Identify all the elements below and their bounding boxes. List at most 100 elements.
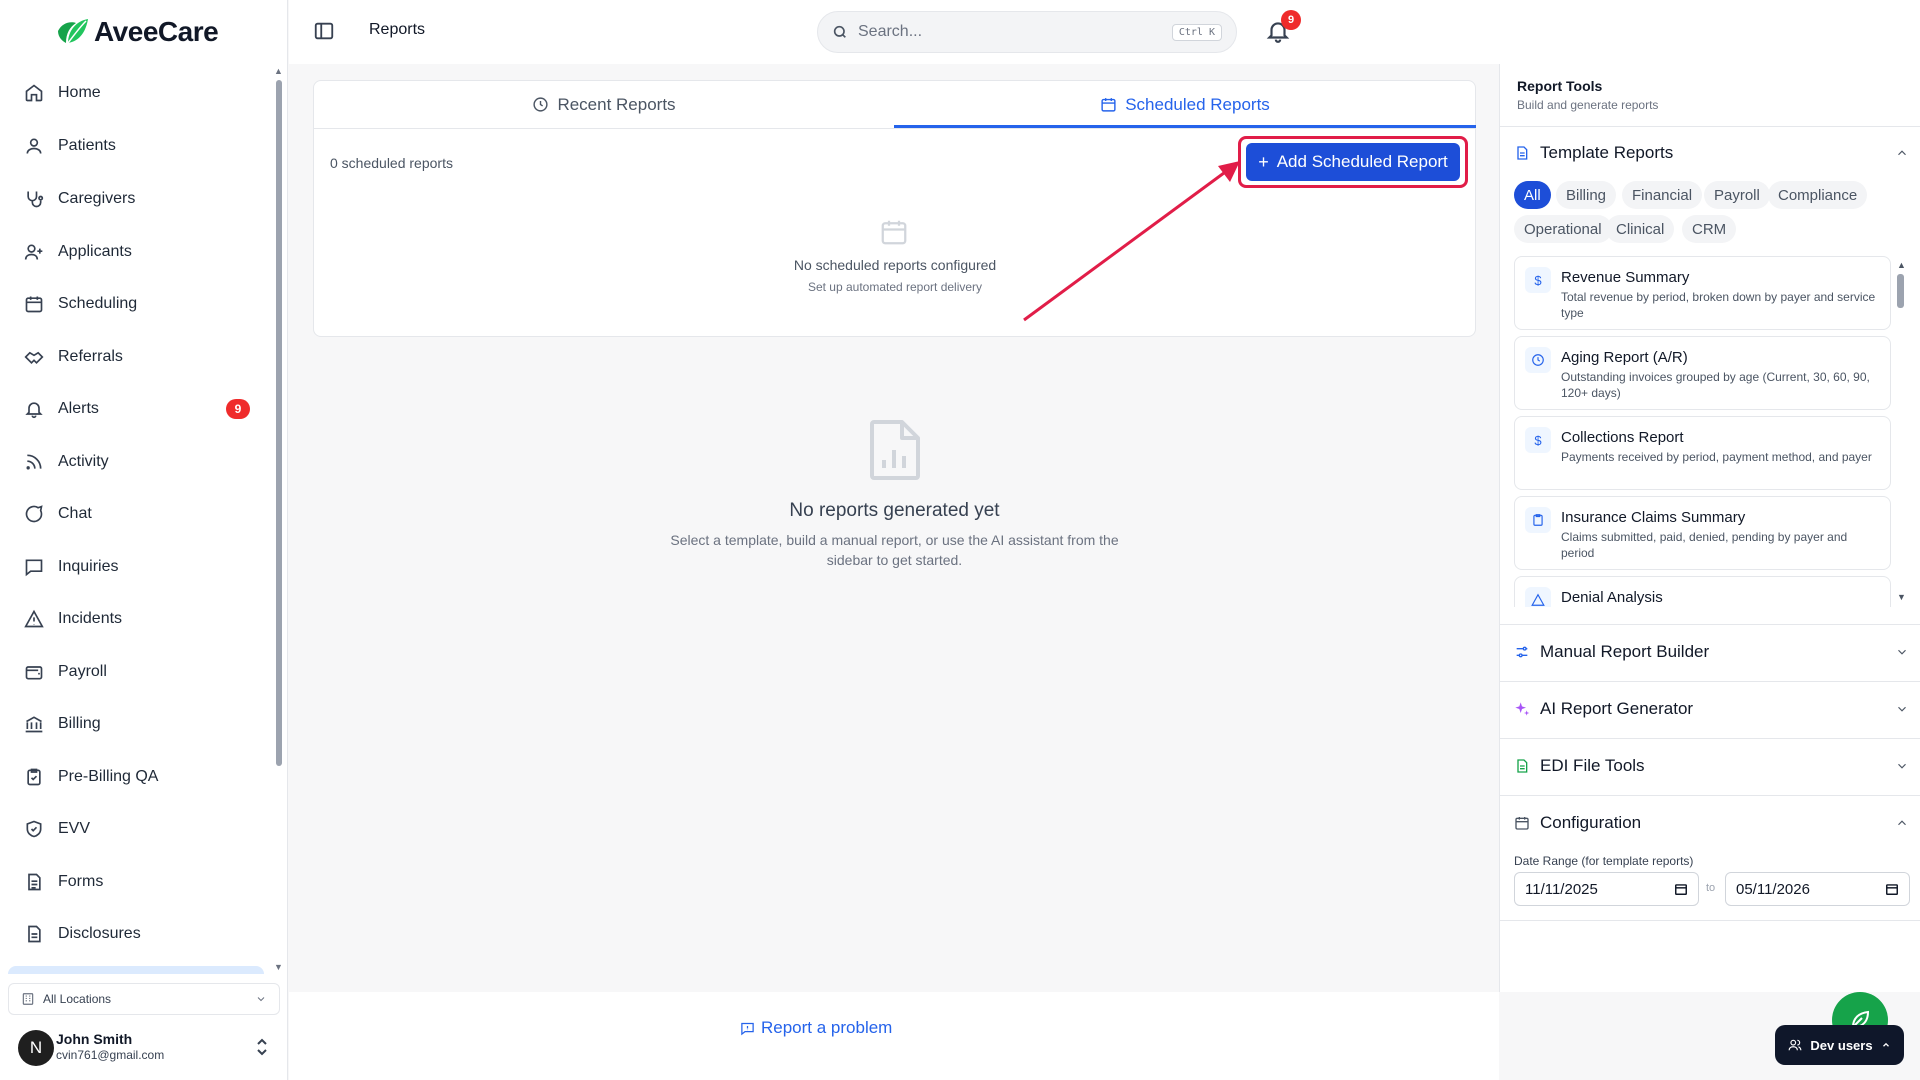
empty-reports-title: No reports generated yet	[789, 500, 1000, 521]
sidebar-item-disclosures[interactable]: Disclosures	[8, 912, 264, 956]
dev-users-button[interactable]: Dev users	[1775, 1025, 1904, 1065]
template-name: Collections Report	[1561, 429, 1684, 446]
sidebar-item-incidents[interactable]: Incidents	[8, 597, 264, 641]
tab-recent-reports[interactable]: Recent Reports	[314, 81, 894, 128]
scheduled-count: 0 scheduled reports	[330, 155, 453, 171]
sidebar-item-label: Referrals	[58, 348, 123, 365]
location-select[interactable]: All Locations	[8, 983, 280, 1015]
template-card[interactable]: Aging Report (A/R) Outstanding invoices …	[1514, 336, 1891, 410]
date-from-input[interactable]: 11/11/2025	[1514, 872, 1699, 906]
divider	[1500, 126, 1920, 127]
alerts-count-badge: 9	[226, 399, 250, 419]
tab-scheduled-reports[interactable]: Scheduled Reports	[894, 81, 1476, 128]
bank-icon	[22, 712, 46, 736]
shield-check-icon	[22, 817, 46, 841]
scroll-down-icon[interactable]: ▼	[1897, 592, 1906, 602]
scroll-up-icon[interactable]: ▲	[274, 66, 283, 76]
sidebar-item-label: EVV	[58, 820, 91, 837]
sidebar: AveeCare Home Patients Caregivers Applic…	[0, 0, 288, 1080]
leaf-logo-icon	[58, 19, 88, 44]
sidebar-item-label: Billing	[58, 715, 101, 732]
template-card[interactable]: Insurance Claims Summary Claims submitte…	[1514, 496, 1891, 570]
sidebar-scroll-thumb[interactable]	[276, 80, 282, 766]
sidebar-item-label: Disclosures	[58, 925, 141, 942]
search-input[interactable]	[858, 23, 1162, 41]
report-problem-link[interactable]: Report a problem	[740, 1018, 892, 1038]
calendar-icon[interactable]	[1885, 882, 1899, 896]
date-range-label: Date Range (for template reports)	[1514, 854, 1694, 868]
sidebar-item-inquiries[interactable]: Inquiries	[8, 545, 264, 589]
filter-chip-compliance[interactable]: Compliance	[1768, 181, 1868, 209]
template-scroll-thumb[interactable]	[1897, 274, 1904, 308]
sidebar-item-reports[interactable]	[8, 966, 264, 974]
section-label: Configuration	[1540, 813, 1642, 832]
sidebar-item-chat[interactable]: Chat	[8, 492, 264, 536]
filter-chip-billing[interactable]: Billing	[1556, 181, 1617, 209]
section-label: EDI File Tools	[1540, 756, 1645, 775]
template-card[interactable]: Denial Analysis	[1514, 576, 1891, 607]
sidebar-item-patients[interactable]: Patients	[8, 124, 264, 168]
filter-chip-operational[interactable]: Operational	[1514, 215, 1612, 243]
sidebar-item-label: Payroll	[58, 663, 107, 680]
clock-icon	[1525, 347, 1551, 373]
manual-report-builder-header[interactable]: Manual Report Builder	[1514, 637, 1909, 667]
configuration-header[interactable]: Configuration	[1514, 808, 1909, 838]
template-desc: Payments received by period, payment met…	[1561, 450, 1872, 464]
calendar-icon	[22, 292, 46, 316]
template-list: $ Revenue Summary Total revenue by perio…	[1514, 256, 1909, 607]
sidebar-item-activity[interactable]: Activity	[8, 440, 264, 484]
sidebar-item-scheduling[interactable]: Scheduling	[8, 282, 264, 326]
sidebar-item-caregivers[interactable]: Caregivers	[8, 177, 264, 221]
document-icon	[22, 922, 46, 946]
scroll-down-icon[interactable]: ▼	[274, 962, 283, 972]
sidebar-toggle-icon[interactable]	[313, 20, 335, 42]
sidebar-item-referrals[interactable]: Referrals	[8, 335, 264, 379]
filter-chip-crm[interactable]: CRM	[1682, 215, 1737, 243]
sidebar-item-home[interactable]: Home	[8, 71, 264, 115]
scroll-up-icon[interactable]: ▲	[1897, 260, 1906, 270]
divider	[1500, 681, 1920, 682]
building-icon	[22, 993, 34, 1005]
user-menu[interactable]: N John Smith cvin761@gmail.com	[18, 1024, 270, 1072]
edi-file-tools-header[interactable]: EDI File Tools	[1514, 751, 1909, 781]
sidebar-item-billing[interactable]: Billing	[8, 702, 264, 746]
reports-tabs-card: Recent Reports Scheduled Reports 0 sched…	[313, 80, 1476, 337]
chevron-down-icon	[257, 997, 265, 1002]
filter-chip-clinical[interactable]: Clinical	[1606, 215, 1675, 243]
chevron-down-icon	[1898, 706, 1906, 712]
sidebar-item-label: Home	[58, 84, 101, 101]
filter-chip-all[interactable]: All	[1514, 181, 1551, 209]
report-problem-label: Report a problem	[761, 1018, 893, 1037]
ai-report-generator-header[interactable]: AI Report Generator	[1514, 694, 1909, 724]
filter-chip-payroll[interactable]: Payroll	[1704, 181, 1770, 209]
rss-icon	[22, 450, 46, 474]
clipboard-check-icon	[22, 765, 46, 789]
user-email: cvin761@gmail.com	[56, 1048, 165, 1062]
template-name: Revenue Summary	[1561, 269, 1690, 286]
brand-logo[interactable]: AveeCare	[56, 14, 219, 50]
message-flag-icon	[741, 1022, 754, 1035]
sidebar-item-payroll[interactable]: Payroll	[8, 650, 264, 694]
sidebar-item-evv[interactable]: EVV	[8, 807, 264, 851]
sidebar-item-applicants[interactable]: Applicants	[8, 230, 264, 274]
notification-count-badge: 9	[1281, 10, 1301, 30]
template-card[interactable]: $ Collections Report Payments received b…	[1514, 416, 1891, 490]
calendar-icon[interactable]	[1674, 882, 1688, 896]
clock-icon	[533, 97, 549, 112]
tab-divider	[314, 128, 1476, 129]
sidebar-item-pre-billing-qa[interactable]: Pre-Billing QA	[8, 755, 264, 799]
add-scheduled-report-button[interactable]: + Add Scheduled Report	[1246, 143, 1460, 181]
tab-label: Scheduled Reports	[1125, 94, 1270, 114]
chevron-up-down-icon	[257, 1038, 267, 1056]
search-bar[interactable]: Ctrl K	[817, 11, 1237, 53]
template-card[interactable]: $ Revenue Summary Total revenue by perio…	[1514, 256, 1891, 330]
empty-reports-subtitle: Select a template, build a manual report…	[670, 532, 1119, 568]
date-to-input[interactable]: 05/11/2026	[1725, 872, 1910, 906]
sidebar-item-label: Applicants	[58, 243, 132, 260]
sidebar-item-alerts[interactable]: Alerts 9	[8, 387, 264, 431]
sidebar-item-forms[interactable]: Forms	[8, 860, 264, 904]
filter-chip-financial[interactable]: Financial	[1622, 181, 1703, 209]
template-reports-header[interactable]: Template Reports	[1514, 138, 1909, 168]
chevron-up-icon	[1882, 1042, 1889, 1047]
template-name: Aging Report (A/R)	[1561, 349, 1688, 366]
